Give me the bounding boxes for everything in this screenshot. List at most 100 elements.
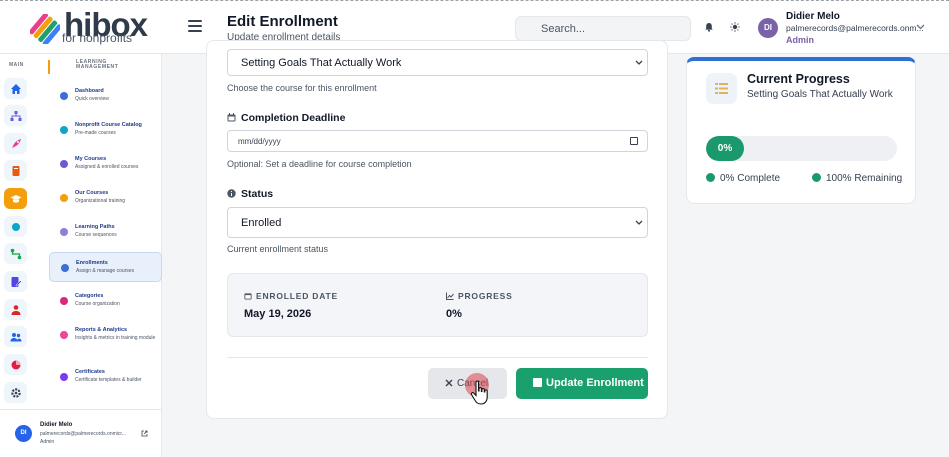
user-avatar[interactable]: DI [758,18,778,38]
chart-pie-icon [11,360,20,369]
user-tie-icon [11,304,20,315]
user-name[interactable]: Didier Melo [786,11,840,22]
line-chart-icon [446,292,454,300]
form-divider [227,357,648,358]
user-role: Admin [786,35,814,45]
clock-icon [812,173,821,182]
hand-pointer-icon [470,380,488,405]
rail-file-edit-button[interactable] [4,271,27,292]
home-icon [10,83,21,94]
completion-deadline-input[interactable]: mm/dd/yyyy [227,130,648,152]
deadline-helper-text: Optional: Set a deadline for course comp… [227,159,412,169]
hibox-logo[interactable]: hibox for nonprofits [30,6,160,46]
progress-label-text: PROGRESS [458,291,513,301]
sidebar-item-description: Certificate templates & builder [75,377,142,383]
sidebar-item-description: Pre-made courses [75,130,116,136]
save-icon [533,378,542,387]
current-progress-card: Current Progress Setting Goals That Actu… [686,57,916,204]
logo-tagline: for nonprofits [62,31,133,45]
book-icon [12,165,19,176]
status-label: Status [227,188,273,200]
remaining-stat-label: 100% Remaining [826,173,903,184]
status-select[interactable]: Enrolled [227,207,648,238]
course-helper-text: Choose the course for this enrollment [227,83,377,93]
course-select-value: Setting Goals That Actually Work [241,57,402,69]
sidebar-item-icon [60,331,68,339]
rail-graduation-button[interactable] [4,188,27,209]
chevron-down-icon [635,59,643,68]
enrollment-form-card: Setting Goals That Actually Work Choose … [206,40,668,419]
user-email: palmerecords@palmerecords.onm... [786,23,924,33]
enrolled-date-label-text: ENROLLED DATE [256,291,339,301]
sidebar-item-description: Assign & manage courses [76,268,135,274]
sidebar-user-email: palmerecords@palmerecords.onmicr... [40,431,126,437]
rail-chart-button[interactable] [4,354,27,375]
course-select[interactable]: Setting Goals That Actually Work [227,49,648,76]
rail-book-button[interactable] [4,160,27,181]
enrolled-date-label: ENROLLED DATE [244,291,338,301]
users-icon [10,332,21,341]
rail-settings-button[interactable] [4,382,27,403]
sidebar-item-reports-analytics[interactable]: Reports & Analytics Insights & metrics in… [49,320,162,350]
sidebar-item-description: Course sequences [75,232,117,238]
status-label-text: Status [241,188,274,200]
progress-value: 0% [446,308,462,320]
sidebar-item-my-courses[interactable]: My Courses Assigned & enrolled courses [49,149,162,179]
rail-circle-button[interactable] [4,216,27,237]
update-enrollment-button[interactable]: Update Enrollment [516,368,648,399]
search-placeholder: Search... [541,23,586,35]
sidebar-item-enrollments[interactable]: Enrollments Assign & manage courses [49,252,162,282]
sidebar: LEARNING MANAGEMENT Dashboard Quick overv… [33,54,162,409]
sidebar-section-header: LEARNING MANAGEMENT [48,60,158,74]
search-input[interactable]: Search... [515,16,691,41]
date-picker-icon[interactable] [630,137,638,145]
sidebar-item-description: Assigned & enrolled courses [75,164,139,170]
remaining-stat: 100% Remaining [812,173,902,184]
rail-user-tie-button[interactable] [4,299,27,320]
check-circle-icon [706,173,715,182]
sidebar-item-icon [60,160,68,168]
chevron-down-icon [635,219,643,228]
status-select-value: Enrolled [241,217,282,229]
graduation-cap-icon [10,194,21,203]
sidebar-item-label: Our Courses [75,190,109,196]
progress-course-name: Setting Goals That Actually Work [747,89,893,100]
sidebar-item-our-courses[interactable]: Our Courses Organizational training [49,183,162,213]
sidebar-item-nonprofit-course-catalog[interactable]: Nonprofit Course Catalog Pre-made courses [49,115,162,145]
file-edit-icon [11,276,22,287]
sidebar-item-dashboard[interactable]: Dashboard Quick overview [49,81,162,111]
menu-toggle-icon[interactable] [188,20,202,32]
rail-section-label: MAIN [9,62,24,68]
deadline-placeholder: mm/dd/yyyy [238,137,281,146]
enrollment-info-box: ENROLLED DATE May 19, 2026 PROGRESS 0% [227,273,648,337]
theme-sun-icon[interactable] [730,22,740,32]
rail-rocket-button[interactable] [4,133,27,154]
rail-route-button[interactable] [4,243,27,264]
sidebar-item-icon [60,373,68,381]
sidebar-item-label: Certificates [75,369,105,375]
rail-home-button[interactable] [4,78,27,99]
sitemap-icon [10,110,21,121]
icon-rail: MAIN [0,54,33,409]
sidebar-item-description: Organizational training [75,198,126,204]
rail-sitemap-button[interactable] [4,105,27,126]
sidebar-item-description: Course organization [75,301,120,307]
sidebar-user-role: Admin [40,439,55,445]
rail-users-button[interactable] [4,326,27,347]
sidebar-item-learning-paths[interactable]: Learning Paths Course sequences [49,217,162,247]
bell-icon[interactable] [704,22,714,32]
sidebar-item-categories[interactable]: Categories Course organization [49,286,162,316]
external-link-icon[interactable] [141,430,148,439]
enrolled-date-value: May 19, 2026 [244,308,312,320]
sidebar-item-icon [60,126,68,134]
sidebar-user-footer: DI Didier Melo palmerecords@palmerecords… [0,409,162,457]
chevron-down-icon[interactable] [916,22,925,33]
route-icon [10,248,21,259]
complete-stat-label: 0% Complete [720,173,781,184]
sidebar-item-certificates[interactable]: Certificates Certificate templates & buil… [49,362,162,392]
complete-stat: 0% Complete [706,173,780,184]
task-list-icon [706,73,737,104]
sidebar-user-avatar[interactable]: DI [15,425,32,442]
sidebar-item-icon [60,194,68,202]
sidebar-item-icon [60,297,68,305]
